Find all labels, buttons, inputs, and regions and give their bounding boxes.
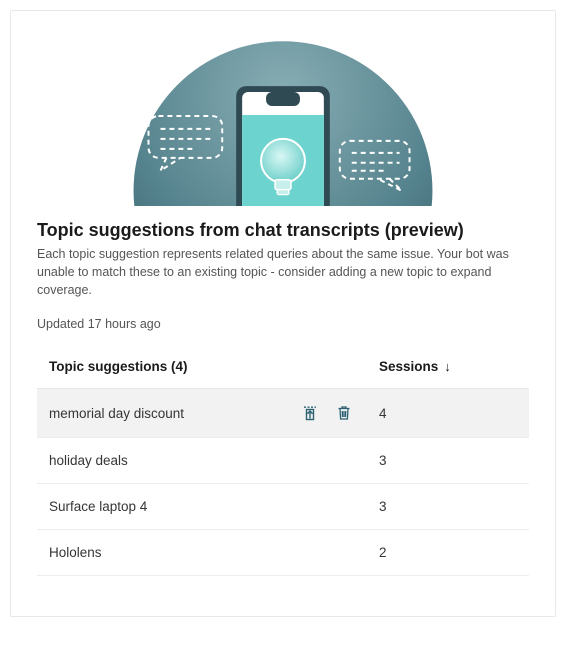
cell-sessions: 4 [379, 406, 517, 421]
card-description: Each topic suggestion represents related… [37, 245, 529, 299]
table-row[interactable]: Surface laptop 43 [37, 484, 529, 530]
suggestions-table: Topic suggestions (4) Sessions ↓ memoria… [37, 345, 529, 576]
updated-timestamp: Updated 17 hours ago [37, 317, 529, 331]
cell-topic: Hololens [49, 545, 379, 560]
table-row[interactable]: Hololens2 [37, 530, 529, 576]
table-row[interactable]: holiday deals3 [37, 438, 529, 484]
sort-descending-icon: ↓ [444, 359, 451, 374]
cell-sessions: 3 [379, 453, 517, 468]
card-title: Topic suggestions from chat transcripts … [37, 220, 529, 241]
column-header-sessions[interactable]: Sessions ↓ [379, 359, 517, 374]
topic-name: holiday deals [49, 453, 379, 468]
topic-name: Surface laptop 4 [49, 499, 379, 514]
cell-topic: memorial day discount [49, 404, 379, 422]
topic-name: Hololens [49, 545, 379, 560]
hero-illustration [11, 11, 555, 206]
table-header-row: Topic suggestions (4) Sessions ↓ [37, 345, 529, 389]
row-actions [301, 404, 379, 422]
cell-topic: Surface laptop 4 [49, 499, 379, 514]
table-body: memorial day discount 4holiday deals3Sur… [37, 389, 529, 576]
column-header-sessions-label: Sessions [379, 359, 438, 374]
card-content: Topic suggestions from chat transcripts … [11, 220, 555, 616]
topic-name: memorial day discount [49, 406, 295, 421]
suggestions-card: Topic suggestions from chat transcripts … [10, 10, 556, 617]
add-to-topics-icon[interactable] [301, 404, 319, 422]
cell-sessions: 2 [379, 545, 517, 560]
cell-sessions: 3 [379, 499, 517, 514]
column-header-topic[interactable]: Topic suggestions (4) [49, 359, 379, 374]
column-header-topic-label: Topic suggestions (4) [49, 359, 188, 374]
delete-icon[interactable] [335, 404, 353, 422]
table-row[interactable]: memorial day discount 4 [37, 389, 529, 438]
cell-topic: holiday deals [49, 453, 379, 468]
lightbulb-phone-illustration [11, 11, 555, 206]
